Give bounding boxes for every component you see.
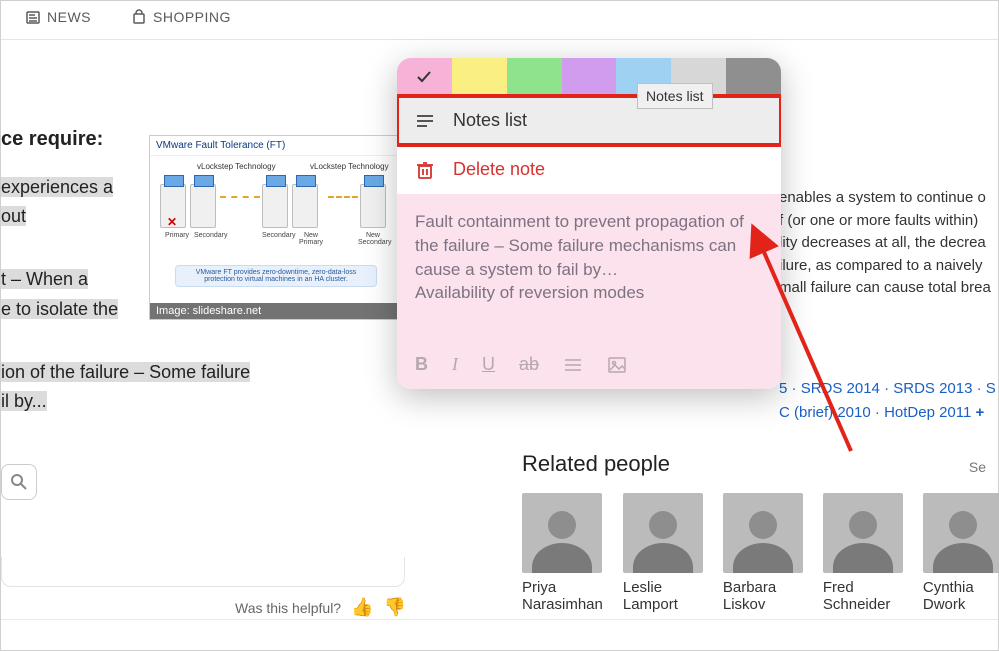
delete-note-menu-item[interactable]: Delete note xyxy=(397,145,781,194)
avatar xyxy=(522,493,602,573)
swatch-grey[interactable] xyxy=(726,58,781,96)
list-icon xyxy=(415,112,435,130)
avatar xyxy=(623,493,703,573)
knowledge-panel-links: 5 · SRDS 2014 · SRDS 2013 · S C (brief) … xyxy=(779,377,999,425)
snippet-line: e to isolate the xyxy=(1,299,118,319)
see-all-link[interactable]: Se xyxy=(969,459,986,475)
related-people-row: PriyaNarasimhan LeslieLamport BarbaraLis… xyxy=(522,493,999,613)
person-first: Priya xyxy=(522,579,603,596)
person-last: Lamport xyxy=(623,596,703,613)
avatar xyxy=(923,493,999,573)
note-line: Fault containment to prevent propagation… xyxy=(415,210,763,281)
snippet-line: out xyxy=(1,206,26,226)
search-icon xyxy=(10,473,28,491)
person-card[interactable]: CynthiaDwork xyxy=(923,493,999,613)
person-last: Dwork xyxy=(923,596,999,613)
person-first: Leslie xyxy=(623,579,703,596)
underline-button[interactable]: U xyxy=(482,354,495,375)
panel-line: f (or one or more faults within) xyxy=(779,210,999,233)
panel-link[interactable]: C (brief) 2010 xyxy=(779,404,871,421)
person-card[interactable]: LeslieLamport xyxy=(623,493,703,613)
swatch-green[interactable] xyxy=(507,58,562,96)
inline-image-thumbnail[interactable]: VMware Fault Tolerance (FT) vLockstep Te… xyxy=(149,135,403,320)
strike-button[interactable]: ab xyxy=(519,354,539,375)
person-first: Barbara xyxy=(723,579,803,596)
swatch-pink[interactable] xyxy=(397,58,452,96)
news-icon xyxy=(25,9,41,25)
expand-links[interactable]: + xyxy=(971,404,984,421)
bullet-list-icon[interactable] xyxy=(563,356,583,374)
divider xyxy=(1,619,998,620)
feedback-label: Was this helpful? xyxy=(235,600,341,616)
thumbs-down-icon[interactable]: 👎 xyxy=(384,597,406,618)
person-first: Cynthia xyxy=(923,579,999,596)
notes-list-tooltip: Notes list xyxy=(637,83,713,109)
thumbs-up-icon[interactable]: 👍 xyxy=(351,597,373,618)
notes-list-label: Notes list xyxy=(453,110,527,131)
panel-line: enables a system to continue o xyxy=(779,187,999,210)
related-search-button[interactable] xyxy=(1,464,37,500)
swatch-violet[interactable] xyxy=(562,58,617,96)
panel-link[interactable]: HotDep 2011 xyxy=(884,404,971,421)
trash-icon xyxy=(415,160,435,180)
panel-link[interactable]: SRDS 2014 xyxy=(801,380,880,397)
slide-subtitle: vLockstep Technology xyxy=(197,162,276,171)
related-people-heading: Related people xyxy=(522,451,670,477)
image-icon[interactable] xyxy=(607,356,627,374)
nav-shopping[interactable]: SHOPPING xyxy=(131,9,231,25)
person-card[interactable]: PriyaNarasimhan xyxy=(522,493,603,613)
delete-note-label: Delete note xyxy=(453,159,545,180)
note-popup: Notes list Delete note Fault containment… xyxy=(397,58,781,389)
bold-button[interactable]: B xyxy=(415,354,428,375)
top-nav: NEWS SHOPPING xyxy=(1,1,998,40)
avatar xyxy=(823,493,903,573)
person-card[interactable]: BarbaraLiskov xyxy=(723,493,803,613)
snippet-line: il by... xyxy=(1,391,47,411)
card-bottom-edge xyxy=(1,557,405,587)
slide-subtitle: vLockstep Technology xyxy=(310,162,389,171)
nav-news[interactable]: NEWS xyxy=(25,9,91,25)
shopping-icon xyxy=(131,9,147,25)
avatar xyxy=(723,493,803,573)
panel-line: lity decreases at all, the decrea xyxy=(779,232,999,255)
image-credit: Image: slideshare.net xyxy=(150,303,402,319)
person-card[interactable]: FredSchneider xyxy=(823,493,903,613)
panel-link[interactable]: SRDS 2013 xyxy=(893,380,972,397)
nav-shopping-label: SHOPPING xyxy=(153,9,231,25)
snippet-line: ion of the failure – Some failure xyxy=(1,362,250,382)
note-line: Availability of reversion modes xyxy=(415,281,763,305)
feedback-row: Was this helpful? 👍 👎 xyxy=(235,597,406,618)
nav-news-label: NEWS xyxy=(47,9,91,25)
swatch-yellow[interactable] xyxy=(452,58,507,96)
panel-line: ilure, as compared to a naively xyxy=(779,255,999,278)
slide-body: vLockstep Technology vLockstep Technolog… xyxy=(150,156,402,291)
person-last: Liskov xyxy=(723,596,803,613)
person-last: Narasimhan xyxy=(522,596,603,613)
knowledge-panel-text: enables a system to continue o f (or one… xyxy=(779,187,999,300)
snippet-line: t – When a xyxy=(1,269,88,289)
notes-list-menu-item[interactable]: Notes list xyxy=(397,96,781,145)
note-body[interactable]: Fault containment to prevent propagation… xyxy=(397,194,781,344)
check-icon xyxy=(416,69,432,85)
person-first: Fred xyxy=(823,579,903,596)
slide-title: VMware Fault Tolerance (FT) xyxy=(150,136,402,156)
slide-caption: VMware FT provides zero-downtime, zero-d… xyxy=(175,265,377,287)
snippet-line: experiences a xyxy=(1,177,113,197)
person-last: Schneider xyxy=(823,596,903,613)
color-swatch-row xyxy=(397,58,781,96)
format-toolbar: B I U ab xyxy=(397,344,781,389)
panel-line: mall failure can cause total brea xyxy=(779,277,999,300)
italic-button[interactable]: I xyxy=(452,354,458,375)
